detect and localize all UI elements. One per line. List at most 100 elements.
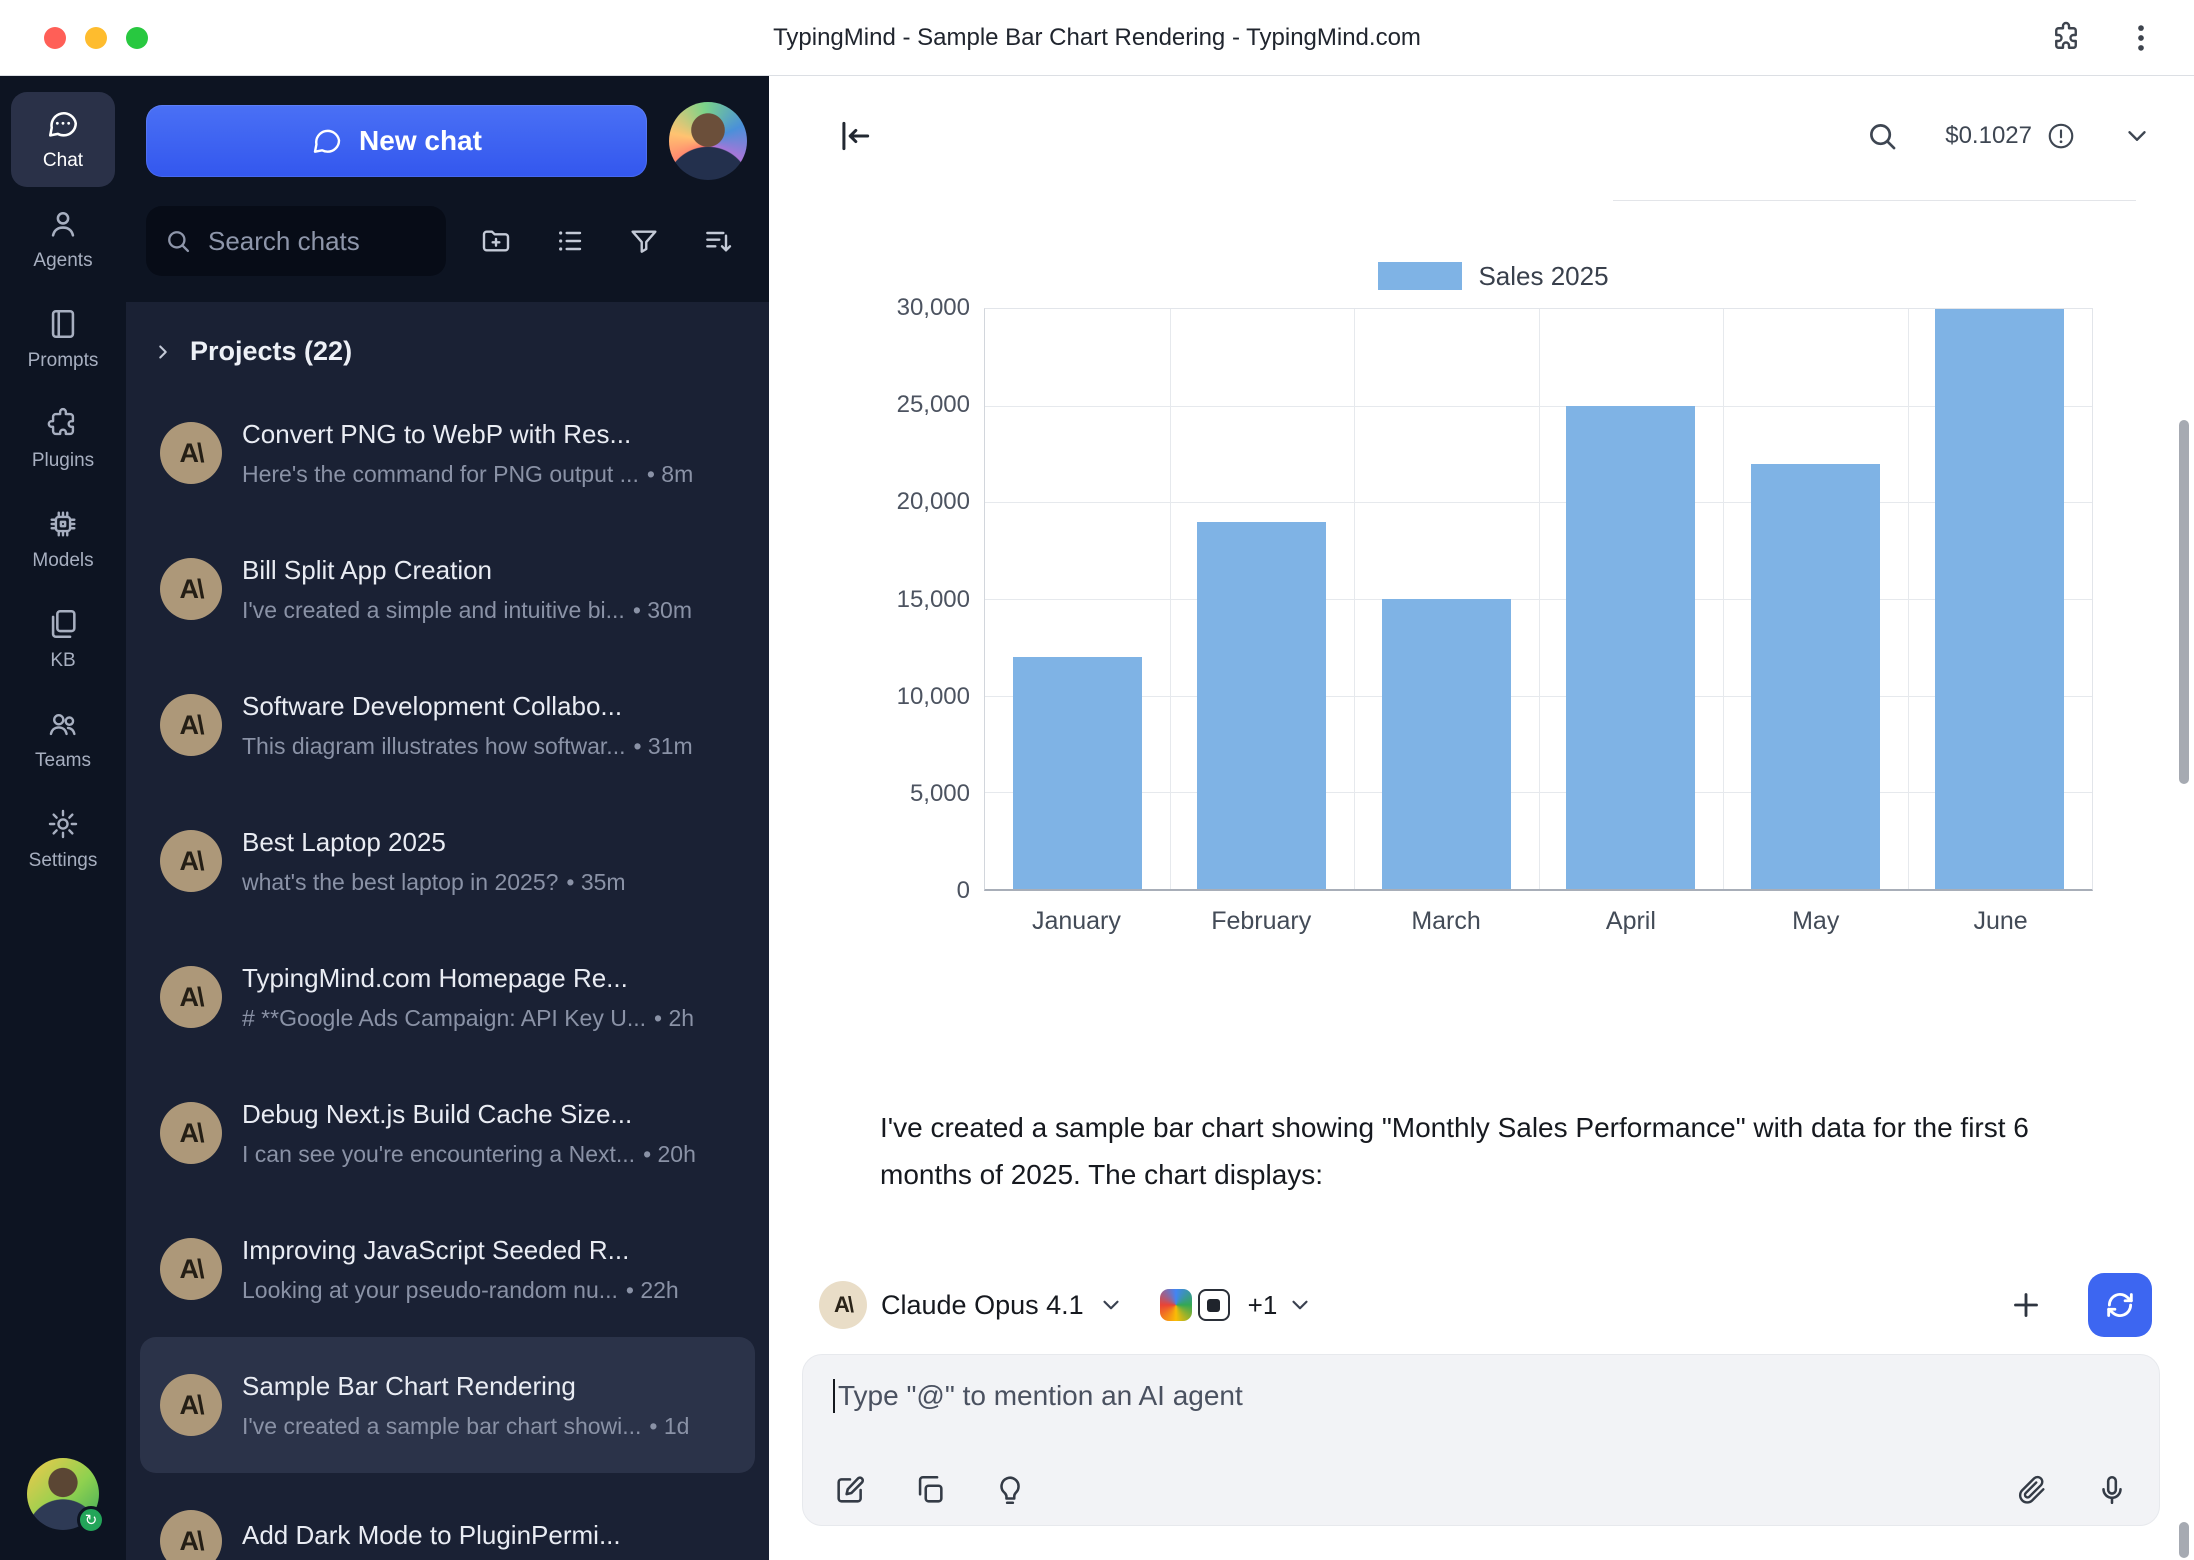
chat-item-8[interactable]: A\ Add Dark Mode to PluginPermi... — [140, 1473, 755, 1560]
sync-status-badge: ↻ — [77, 1506, 105, 1534]
x-tick-label: June — [1908, 907, 2093, 936]
chat-title: TypingMind.com Homepage Re... — [242, 963, 735, 994]
model-selector[interactable]: A\ Claude Opus 4.1 — [819, 1281, 1124, 1329]
chat-preview: Here's the command for PNG output ... — [242, 461, 639, 488]
rail-item-models[interactable]: Models — [11, 492, 115, 587]
rail-item-kb[interactable]: KB — [11, 592, 115, 687]
chat-item-4[interactable]: A\ TypingMind.com Homepage Re... # **Goo… — [140, 929, 755, 1065]
sort-chats-button[interactable] — [694, 217, 742, 265]
header-divider — [1613, 200, 2136, 201]
chart-x-axis: JanuaryFebruaryMarchAprilMayJune — [984, 907, 2093, 936]
chat-time: • 2h — [654, 1005, 694, 1032]
bulk-select-button[interactable] — [546, 217, 594, 265]
chart-plot-area — [984, 308, 2093, 891]
collapse-sidebar-icon — [836, 117, 874, 155]
rail-item-label: Teams — [35, 750, 91, 772]
close-window-button[interactable] — [44, 27, 66, 49]
canvas-button[interactable] — [833, 1473, 867, 1507]
zoom-window-button[interactable] — [126, 27, 148, 49]
new-folder-button[interactable] — [472, 217, 520, 265]
message-input[interactable]: Type "@" to mention an AI agent — [833, 1379, 2129, 1413]
chat-title: Bill Split App Creation — [242, 555, 735, 586]
y-tick-label: 30,000 — [897, 294, 970, 322]
search-icon — [1865, 119, 1899, 153]
vertical-scrollbar-thumb[interactable] — [2179, 420, 2189, 784]
pages-button[interactable] — [913, 1473, 947, 1507]
search-chats-input[interactable] — [206, 225, 428, 258]
rail-item-label: Settings — [29, 850, 98, 872]
chat-item-7[interactable]: A\ Sample Bar Chart Rendering I've creat… — [140, 1337, 755, 1473]
chat-preview: what's the best laptop in 2025? — [242, 869, 558, 896]
chat-list: Projects (22) A\ Convert PNG to WebP wit… — [126, 302, 769, 1560]
anthropic-avatar: A\ — [160, 966, 222, 1028]
anthropic-logo-icon: A\ — [834, 1292, 852, 1318]
anthropic-logo-icon: A\ — [180, 1254, 203, 1285]
chat-item-0[interactable]: A\ Convert PNG to WebP with Res... Here'… — [140, 385, 755, 521]
main-pane: $0.1027 Sales 2025 30,00025,00020,00015,… — [769, 76, 2194, 1560]
anthropic-logo-icon: A\ — [180, 846, 203, 877]
bar-february — [1197, 522, 1326, 889]
chat-preview: Looking at your pseudo-random nu... — [242, 1277, 618, 1304]
rail-item-agents[interactable]: Agents — [11, 192, 115, 287]
anthropic-logo-icon: A\ — [180, 574, 203, 605]
chart-legend[interactable]: Sales 2025 — [939, 260, 2048, 292]
chat-item-5[interactable]: A\ Debug Next.js Build Cache Size... I c… — [140, 1065, 755, 1201]
chat-preview: I've created a simple and intuitive bi..… — [242, 597, 625, 624]
anthropic-logo-icon: A\ — [180, 438, 203, 469]
rail-item-teams[interactable]: Teams — [11, 692, 115, 787]
rail-item-chat[interactable]: Chat — [11, 92, 115, 187]
anthropic-logo-icon: A\ — [180, 710, 203, 741]
y-tick-label: 20,000 — [897, 488, 970, 516]
search-chats-box — [146, 206, 446, 276]
anthropic-avatar: A\ — [160, 1238, 222, 1300]
rail-item-label: Agents — [33, 250, 92, 272]
composer-toolbar: A\ Claude Opus 4.1 +1 — [819, 1272, 2152, 1338]
vertical-scrollbar-thumb-bottom[interactable] — [2179, 1522, 2189, 1558]
chat-item-3[interactable]: A\ Best Laptop 2025 what's the best lapt… — [140, 793, 755, 929]
collapse-sidebar-button[interactable] — [825, 106, 885, 166]
chat-time: • 22h — [626, 1277, 679, 1304]
window-title: TypingMind - Sample Bar Chart Rendering … — [0, 24, 2194, 52]
suggestions-button[interactable] — [993, 1473, 1027, 1507]
header-chevron-down[interactable] — [2122, 121, 2152, 151]
filter-chats-button[interactable] — [620, 217, 668, 265]
attach-file-button[interactable] — [2015, 1473, 2049, 1507]
sync-icon — [2103, 1288, 2137, 1322]
rail-item-label: Models — [32, 550, 93, 572]
chat-preview: This diagram illustrates how softwar... — [242, 733, 625, 760]
assistant-message-text: I've created a sample bar chart showing … — [880, 1104, 2095, 1198]
sort-icon — [702, 225, 734, 257]
add-attachment-button[interactable] — [2008, 1287, 2044, 1323]
overflow-menu-icon[interactable] — [2124, 21, 2158, 55]
extensions-icon[interactable] — [2048, 20, 2084, 56]
plugins-selector[interactable]: +1 — [1160, 1289, 1314, 1321]
rail-item-prompts[interactable]: Prompts — [11, 292, 115, 387]
rail-item-label: Plugins — [32, 450, 94, 472]
filter-icon — [628, 225, 660, 257]
cost-warning-icon[interactable] — [2046, 121, 2076, 151]
claude-avatar: A\ — [819, 1281, 867, 1329]
new-chat-label: New chat — [359, 125, 482, 157]
rail-item-settings[interactable]: Settings — [11, 792, 115, 887]
regenerate-button[interactable] — [2088, 1273, 2152, 1337]
chat-item-2[interactable]: A\ Software Development Collabo... This … — [140, 657, 755, 793]
text-caret — [833, 1379, 835, 1413]
user-avatar[interactable] — [669, 102, 747, 180]
anthropic-avatar: A\ — [160, 1374, 222, 1436]
chat-item-1[interactable]: A\ Bill Split App Creation I've created … — [140, 521, 755, 657]
projects-toggle[interactable]: Projects (22) — [126, 310, 769, 385]
rail-item-label: Prompts — [28, 350, 99, 372]
models-icon — [46, 507, 80, 541]
usage-cost[interactable]: $0.1027 — [1945, 122, 2032, 150]
plugin-avatar-1 — [1160, 1289, 1192, 1321]
bar-april — [1566, 406, 1695, 889]
rail-item-plugins[interactable]: Plugins — [11, 392, 115, 487]
new-chat-button[interactable]: New chat — [146, 105, 647, 177]
chat-preview: I've created a sample bar chart showi... — [242, 1413, 641, 1440]
voice-input-button[interactable] — [2095, 1473, 2129, 1507]
chat-item-6[interactable]: A\ Improving JavaScript Seeded R... Look… — [140, 1201, 755, 1337]
chat-title: Add Dark Mode to PluginPermi... — [242, 1520, 735, 1551]
search-icon — [164, 227, 192, 255]
search-in-chat-button[interactable] — [1865, 119, 1899, 153]
minimize-window-button[interactable] — [85, 27, 107, 49]
